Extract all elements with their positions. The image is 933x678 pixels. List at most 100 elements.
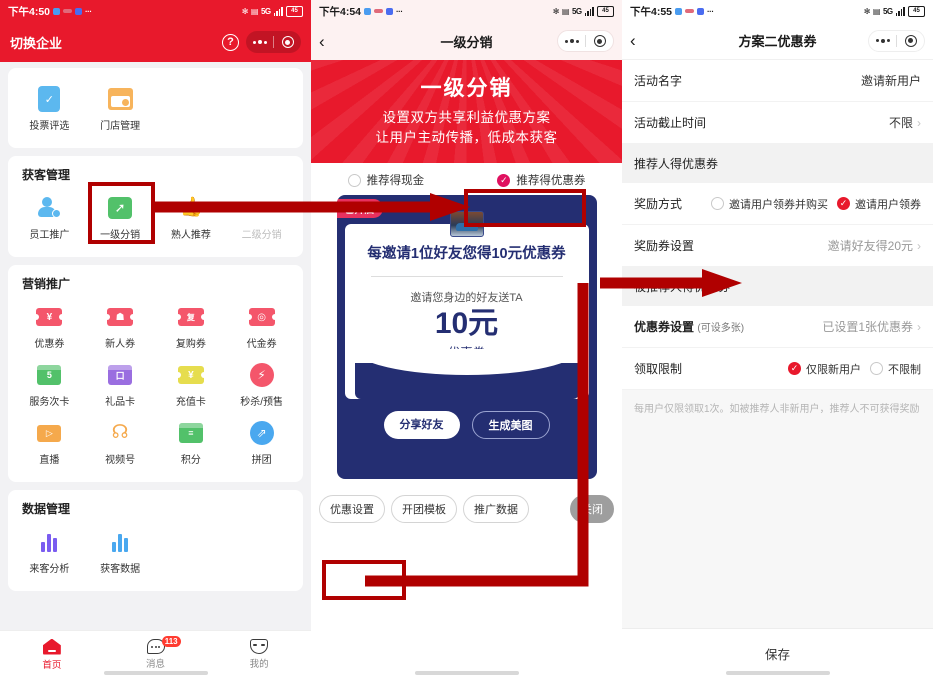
panel1-scroll-body[interactable]: ✓ 投票评选 门店管理 获客管理 员工推广 ➚ 一级分销 👍 熟人推荐 ⚯ 二级…: [0, 62, 311, 630]
grid-item-拼团[interactable]: ⇗ 拼团: [226, 412, 297, 470]
more-dots-icon[interactable]: [558, 31, 585, 51]
share-arrow-icon: ➚: [107, 195, 133, 221]
row-label: 领取限制: [634, 362, 683, 376]
radio-button-unselected[interactable]: [347, 173, 361, 187]
network-type-label: 5G: [882, 6, 893, 16]
tab-home[interactable]: 首页: [0, 639, 104, 671]
tab-label: 我的: [249, 659, 269, 670]
grid-item-服务次卡[interactable]: 5 服务次卡: [14, 354, 85, 412]
radio-button-selected[interactable]: ✓: [837, 197, 850, 210]
row-value: 不限: [888, 116, 913, 130]
poster-footer-actions: 优惠设置 开团模板 推广数据 关闭: [311, 485, 622, 534]
row-value: 邀请好友得20元: [827, 239, 913, 253]
option-unrestricted[interactable]: 不限制: [870, 361, 921, 377]
switch-company-button[interactable]: 切换企业: [10, 33, 62, 52]
banner-line1: 设置双方共享利益优惠方案: [382, 110, 551, 125]
mini-program-capsule[interactable]: [557, 30, 614, 52]
video-camera-icon: ▷: [36, 420, 62, 446]
row-claim-restriction[interactable]: 领取限制 ✓ 仅限新用户 不限制: [622, 348, 933, 390]
back-chevron-icon[interactable]: ‹: [630, 32, 636, 49]
status-bar-2: 下午4:54 ··· ✻ ▤ 5G 45: [311, 0, 622, 22]
tab-profile[interactable]: 我的: [207, 639, 311, 670]
grid-item-label: 礼品卡: [105, 397, 136, 408]
status-app-icon-3: [75, 7, 83, 15]
form-hint-text: 每用户仅限领取1次。如被推荐人非新用户，推荐人不可获得奖励: [622, 390, 933, 429]
poster-card[interactable]: 已开启 每邀请1位好友您得10元优惠券 邀请您身边的好友送TA 10元 优惠券 …: [336, 195, 597, 480]
status-bar-1: 下午4:50 ··· ✻ ▤ 5G 45: [0, 0, 311, 22]
grid-item-新人券[interactable]: ☗ 新人券: [85, 296, 156, 354]
grid-item-员工推广[interactable]: 员工推广: [14, 187, 85, 245]
radio-button-selected[interactable]: ✓: [788, 362, 801, 375]
radio-option-coupon[interactable]: ✓ 推荐得优惠券: [497, 172, 585, 188]
option-invite-claim-and-buy[interactable]: 邀请用户领券并购买: [711, 196, 828, 212]
discount-settings-button[interactable]: 优惠设置: [319, 495, 385, 524]
radio-button-selected[interactable]: ✓: [497, 173, 511, 187]
card-data-management: 数据管理 来客分析 获客数据: [8, 490, 303, 591]
grid-item-代金券[interactable]: ◎ 代金券: [226, 296, 297, 354]
tab-label: 消息: [146, 659, 166, 670]
alarm-flash-icon: ⚡: [249, 362, 275, 388]
more-dots-icon[interactable]: [869, 31, 896, 51]
grid-item-熟人推荐[interactable]: 👍 熟人推荐: [156, 187, 227, 245]
grid-item-label: 员工推广: [29, 230, 70, 241]
home-indicator: [725, 671, 830, 675]
question-mark-icon[interactable]: ?: [222, 33, 239, 51]
home-icon: [43, 639, 61, 655]
status-app-icon-1: [53, 7, 61, 15]
network-type-label: 5G: [260, 6, 271, 16]
status-app-icon-2: [63, 9, 73, 13]
row-activity-name[interactable]: 活动名字 邀请新用户: [622, 60, 933, 102]
panel1-navbar: 切换企业 ?: [0, 22, 311, 62]
mini-program-capsule[interactable]: [246, 31, 301, 53]
row-reward-coupon-settings[interactable]: 奖励券设置 邀请好友得20元 ›: [622, 225, 933, 267]
row-reward-method[interactable]: 奖励方式 邀请用户领券并购买 ✓ 邀请用户领券: [622, 183, 933, 225]
poster-amount: 10元: [434, 306, 499, 340]
promotion-data-button[interactable]: 推广数据: [463, 495, 529, 524]
poster-wave-shape: [354, 349, 579, 400]
status-app-icon-1: [364, 7, 372, 15]
grid-item-复购券[interactable]: 复 复购券: [156, 296, 227, 354]
target-icon[interactable]: [274, 31, 301, 53]
shop-icon: [107, 86, 133, 112]
target-icon[interactable]: [897, 31, 924, 51]
tab-messages[interactable]: 113 消息: [104, 636, 208, 670]
poster-inner-white: 每邀请1位好友您得10元优惠券 邀请您身边的好友送TA 10元 优惠券: [344, 224, 589, 400]
grid-item-门店管理[interactable]: 门店管理: [85, 78, 156, 136]
grid-item-优惠券[interactable]: ¥ 优惠券: [14, 296, 85, 354]
option-new-users-only[interactable]: ✓ 仅限新用户: [788, 361, 861, 377]
back-chevron-icon[interactable]: ‹: [319, 33, 325, 50]
row-label: 奖励方式: [634, 197, 683, 211]
settings-form: 活动名字 邀请新用户 活动截止时间 不限 › 推荐人得优惠券 奖励方式 邀请用户…: [622, 60, 933, 429]
option-invite-claim[interactable]: ✓ 邀请用户领券: [837, 196, 921, 212]
poster-preview-wrap: 已开启 每邀请1位好友您得10元优惠券 邀请您身边的好友送TA 10元 优惠券 …: [311, 195, 622, 486]
banner-title: 一级分销: [420, 77, 513, 100]
grid-item-一级分销[interactable]: ➚ 一级分销: [85, 187, 156, 245]
radio-option-cash[interactable]: 推荐得现金: [347, 172, 425, 188]
more-dots-icon[interactable]: [246, 31, 273, 53]
radio-button-unselected[interactable]: [711, 197, 724, 210]
generate-image-button[interactable]: 生成美图: [471, 411, 550, 440]
coupon-yuan-icon: ¥: [33, 304, 66, 330]
row-activity-deadline[interactable]: 活动截止时间 不限 ›: [622, 102, 933, 144]
grid-item-投票评选[interactable]: ✓ 投票评选: [14, 78, 85, 136]
radio-label: 推荐得现金: [366, 175, 425, 188]
grid-item-充值卡[interactable]: ¥ 充值卡: [156, 354, 227, 412]
share-friend-button[interactable]: 分享好友: [383, 411, 460, 440]
grid-item-积分[interactable]: ≡ 积分: [156, 412, 227, 470]
group-template-button[interactable]: 开团模板: [391, 495, 457, 524]
battery-indicator: 45: [597, 5, 614, 17]
target-icon[interactable]: [586, 31, 613, 51]
close-button[interactable]: 关闭: [570, 495, 614, 524]
row-coupon-settings[interactable]: 优惠券设置 (可设多张) 已设置1张优惠券 ›: [622, 306, 933, 348]
grid-item-视频号[interactable]: ☊ 视频号: [85, 412, 156, 470]
radio-button-unselected[interactable]: [870, 362, 883, 375]
grid-item-来客分析[interactable]: 来客分析: [14, 521, 85, 579]
mini-program-capsule[interactable]: [868, 29, 925, 52]
grid-item-获客数据[interactable]: 获客数据: [85, 521, 156, 579]
promo-banner: 一级分销 设置双方共享利益优惠方案 让用户主动传播，低成本获客: [311, 60, 622, 164]
grid-item-秒杀预售[interactable]: ⚡ 秒杀/预售: [226, 354, 297, 412]
clipboard-check-icon: ✓: [36, 86, 62, 112]
grid-item-直播[interactable]: ▷ 直播: [14, 412, 85, 470]
coupon-repeat-icon: 复: [174, 304, 207, 330]
grid-item-礼品卡[interactable]: 口 礼品卡: [85, 354, 156, 412]
